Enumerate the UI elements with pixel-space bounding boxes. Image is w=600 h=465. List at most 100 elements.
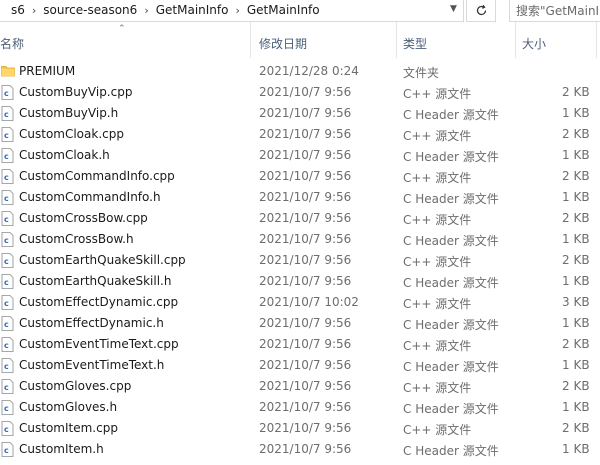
svg-text:c: c: [4, 152, 9, 161]
file-row[interactable]: c CustomBuyVip.cpp 2021/10/7 9:56 C++ 源文件 2 …: [0, 82, 600, 103]
file-type: C++ 源文件: [403, 213, 472, 227]
breadcrumb-separator[interactable]: ›: [32, 4, 36, 17]
cpp-file-icon: c: [1, 211, 14, 229]
file-name: CustomEarthQuakeSkill.cpp: [19, 253, 186, 267]
file-row[interactable]: c CustomItem.h 2021/10/7 9:56 C Header 源文件 1…: [0, 439, 600, 460]
file-date-modified: 2021/10/7 9:56: [259, 400, 352, 414]
svg-text:c: c: [4, 236, 9, 245]
file-date-modified: 2021/10/7 9:56: [259, 253, 352, 267]
file-name: CustomCloak.h: [19, 148, 110, 162]
file-date-modified: 2021/10/7 9:56: [259, 169, 352, 183]
file-row[interactable]: c CustomBuyVip.h 2021/10/7 9:56 C Header 源文…: [0, 103, 600, 124]
file-type: C Header 源文件: [403, 360, 499, 374]
file-row[interactable]: PREMIUM 2021/12/28 0:24 文件夹: [0, 61, 600, 82]
file-name: CustomCommandInfo.h: [19, 190, 161, 204]
file-date-modified: 2021/10/7 9:56: [259, 442, 352, 456]
file-row[interactable]: c CustomItem.cpp 2021/10/7 9:56 C++ 源文件 2 KB: [0, 418, 600, 439]
file-size: 2 KB: [562, 169, 590, 183]
breadcrumb-separator[interactable]: ›: [144, 4, 148, 17]
svg-text:c: c: [4, 362, 9, 371]
column-header: ⌃ 名称 修改日期 类型 大小: [0, 22, 600, 58]
file-type: C Header 源文件: [403, 444, 499, 458]
svg-text:c: c: [4, 89, 9, 98]
breadcrumb-s6[interactable]: s6: [11, 3, 25, 17]
column-type[interactable]: 类型: [403, 35, 427, 52]
file-size: 1 KB: [562, 316, 590, 330]
file-date-modified: 2021/10/7 9:56: [259, 358, 352, 372]
svg-text:c: c: [4, 278, 9, 287]
file-row[interactable]: c CustomEarthQuakeSkill.cpp 2021/10/7 9:56…: [0, 250, 600, 271]
file-name: CustomCommandInfo.cpp: [19, 169, 175, 183]
file-row[interactable]: c CustomCommandInfo.cpp 2021/10/7 9:56 C++ …: [0, 166, 600, 187]
file-type: C++ 源文件: [403, 255, 472, 269]
file-date-modified: 2021/10/7 9:56: [259, 274, 352, 288]
file-name: CustomItem.cpp: [19, 421, 118, 435]
refresh-button[interactable]: [466, 0, 496, 22]
breadcrumb-getmaininfo[interactable]: GetMainInfo: [156, 3, 229, 17]
file-row[interactable]: c CustomCommandInfo.h 2021/10/7 9:56 C Head…: [0, 187, 600, 208]
file-row[interactable]: c CustomCloak.h 2021/10/7 9:56 C Header 源文件…: [0, 145, 600, 166]
file-name: CustomCloak.cpp: [19, 127, 124, 141]
file-date-modified: 2021/10/7 9:56: [259, 337, 352, 351]
file-row[interactable]: c CustomGloves.h 2021/10/7 9:56 C Header 源文…: [0, 397, 600, 418]
file-type: C++ 源文件: [403, 129, 472, 143]
file-date-modified: 2021/10/7 9:56: [259, 148, 352, 162]
file-size: 3 KB: [562, 295, 590, 309]
header-file-icon: c: [1, 358, 14, 376]
cpp-file-icon: c: [1, 85, 14, 103]
file-row[interactable]: c CustomEffectDynamic.cpp 2021/10/7 10:02 C…: [0, 292, 600, 313]
file-size: 1 KB: [562, 190, 590, 204]
column-divider[interactable]: [596, 22, 597, 58]
file-size: 2 KB: [562, 127, 590, 141]
file-size: 1 KB: [562, 442, 590, 456]
column-name[interactable]: 名称: [0, 35, 24, 52]
svg-text:c: c: [4, 173, 9, 182]
column-divider[interactable]: [250, 22, 251, 58]
file-row[interactable]: c CustomEventTimeText.h 2021/10/7 9:56 C He…: [0, 355, 600, 376]
svg-text:c: c: [4, 194, 9, 203]
search-input[interactable]: 搜索"GetMainI: [509, 0, 600, 22]
breadcrumb-getmaininfo-current[interactable]: GetMainInfo: [247, 3, 320, 17]
column-divider[interactable]: [515, 22, 516, 58]
header-file-icon: c: [1, 106, 14, 124]
column-date-modified[interactable]: 修改日期: [259, 35, 307, 52]
cpp-file-icon: c: [1, 169, 14, 187]
column-divider[interactable]: [396, 22, 397, 58]
file-name: CustomEarthQuakeSkill.h: [19, 274, 172, 288]
file-type: C++ 源文件: [403, 87, 472, 101]
file-size: 2 KB: [562, 337, 590, 351]
cpp-file-icon: c: [1, 295, 14, 313]
file-name: CustomCrossBow.h: [19, 232, 134, 246]
file-type: C Header 源文件: [403, 192, 499, 206]
chevron-down-icon[interactable]: ▼: [450, 4, 457, 14]
file-row[interactable]: c CustomEarthQuakeSkill.h 2021/10/7 9:56 C …: [0, 271, 600, 292]
file-size: 1 KB: [562, 106, 590, 120]
file-row[interactable]: c CustomEventTimeText.cpp 2021/10/7 9:56 C+…: [0, 334, 600, 355]
sort-ascending-icon: ⌃: [118, 24, 126, 34]
file-date-modified: 2021/10/7 9:56: [259, 421, 352, 435]
address-toolbar: s6 › source-season6 › GetMainInfo › GetM…: [0, 0, 600, 22]
file-size: 1 KB: [562, 400, 590, 414]
file-size: 2 KB: [562, 421, 590, 435]
breadcrumb-separator[interactable]: ›: [235, 4, 239, 17]
file-row[interactable]: c CustomEffectDynamic.h 2021/10/7 9:56 C He…: [0, 313, 600, 334]
file-date-modified: 2021/10/7 9:56: [259, 316, 352, 330]
address-bar[interactable]: s6 › source-season6 › GetMainInfo › GetM…: [0, 0, 464, 22]
file-name: CustomBuyVip.h: [19, 106, 119, 120]
file-row[interactable]: c CustomCrossBow.cpp 2021/10/7 9:56 C++ 源文件…: [0, 208, 600, 229]
file-row[interactable]: c CustomCrossBow.h 2021/10/7 9:56 C Header …: [0, 229, 600, 250]
file-size: 1 KB: [562, 148, 590, 162]
cpp-file-icon: c: [1, 253, 14, 271]
file-type: C Header 源文件: [403, 234, 499, 248]
file-date-modified: 2021/10/7 9:56: [259, 190, 352, 204]
file-type: C Header 源文件: [403, 150, 499, 164]
file-name: CustomBuyVip.cpp: [19, 85, 133, 99]
header-file-icon: c: [1, 400, 14, 418]
svg-text:c: c: [4, 425, 9, 434]
file-row[interactable]: c CustomGloves.cpp 2021/10/7 9:56 C++ 源文件 2 …: [0, 376, 600, 397]
column-size[interactable]: 大小: [522, 35, 546, 52]
file-row[interactable]: c CustomCloak.cpp 2021/10/7 9:56 C++ 源文件 2 K…: [0, 124, 600, 145]
file-name: CustomEffectDynamic.h: [19, 316, 164, 330]
breadcrumb-source-season6[interactable]: source-season6: [43, 3, 137, 17]
header-file-icon: c: [1, 232, 14, 250]
